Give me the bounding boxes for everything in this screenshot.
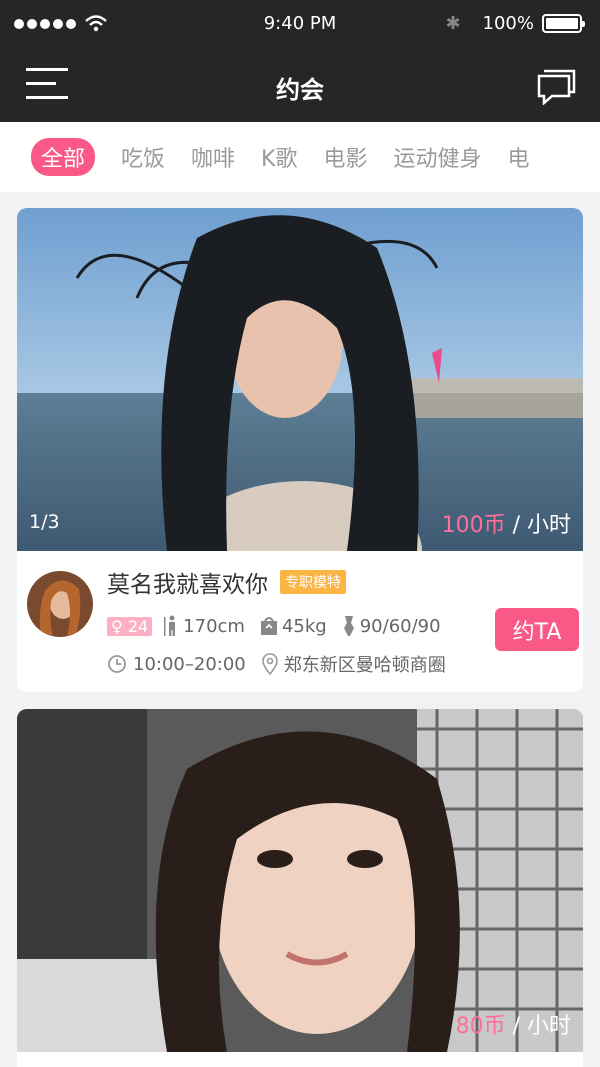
price-amount: 100币 [441, 513, 506, 538]
price-unit: / 小时 [505, 513, 571, 538]
category-tabs: 全部 吃饭 咖啡 K歌 电影 运动健身 电 [0, 122, 600, 192]
message-icon[interactable] [536, 65, 578, 105]
profile-info: 莫名我就喜欢你 专职模特 ♀ 24 170cm 45kg 90/60/90 10… [17, 551, 583, 692]
location-pin-icon [261, 653, 278, 675]
profession-badge: 专职模特 [280, 570, 346, 594]
tab-movie[interactable]: 电影 [323, 138, 367, 176]
measurements-stat: 90/60/90 [341, 615, 441, 637]
height-stat: 170cm [164, 615, 245, 637]
bluetooth-icon: ✱ [445, 13, 461, 34]
bodyshape-icon [343, 616, 354, 636]
weight-value: 45kg [281, 615, 327, 637]
photo-counter: 1/3 [29, 511, 60, 533]
avatar[interactable] [27, 571, 93, 637]
measurements-value: 90/60/90 [359, 615, 441, 637]
price-amount: 80币 [455, 1014, 506, 1039]
tab-karaoke[interactable]: K歌 [261, 138, 297, 176]
hourly-price: 100币 / 小时 [442, 507, 571, 539]
date-request-button[interactable]: 约TA [495, 608, 579, 651]
date-card[interactable]: 1/3 100币 / 小时 莫名我就喜欢你 专职模特 ♀ 24 170cm 45… [17, 208, 583, 692]
nav-bar: 约会 [0, 50, 600, 122]
tab-coffee[interactable]: 咖啡 [191, 138, 235, 176]
clock-icon [108, 655, 126, 673]
date-card[interactable]: 80币 / 小时 [17, 709, 583, 1067]
battery-percent: 100% [482, 13, 534, 34]
height-icon [164, 615, 176, 636]
age-badge: ♀ 24 [107, 616, 153, 636]
tab-all[interactable]: 全部 [31, 138, 96, 176]
page-title: 约会 [276, 76, 324, 104]
price-unit: / 小时 [505, 1014, 571, 1039]
weight-stat: 45kg [259, 616, 327, 637]
profile-photo[interactable]: 80币 / 小时 [17, 709, 583, 1052]
height-value: 170cm [183, 615, 245, 637]
battery-icon [542, 14, 585, 33]
tab-more[interactable]: 电 [508, 138, 530, 176]
tab-fitness[interactable]: 运动健身 [394, 138, 482, 176]
available-hours: 10:00–20:00 [107, 654, 246, 675]
hours-value: 10:00–20:00 [133, 653, 246, 675]
tab-dining[interactable]: 吃饭 [121, 138, 165, 176]
weight-icon [260, 617, 277, 635]
location-value: 郑东新区曼哈顿商圈 [283, 655, 446, 676]
profile-photo[interactable]: 1/3 100币 / 小时 [17, 208, 583, 551]
status-bar: 9:40 PM ✱ 100% [0, 0, 600, 50]
user-name: 莫名我就喜欢你 [107, 572, 268, 598]
location: 郑东新区曼哈顿商圈 [261, 651, 446, 677]
hourly-price: 80币 / 小时 [456, 1008, 571, 1040]
age-value: 24 [127, 616, 149, 636]
